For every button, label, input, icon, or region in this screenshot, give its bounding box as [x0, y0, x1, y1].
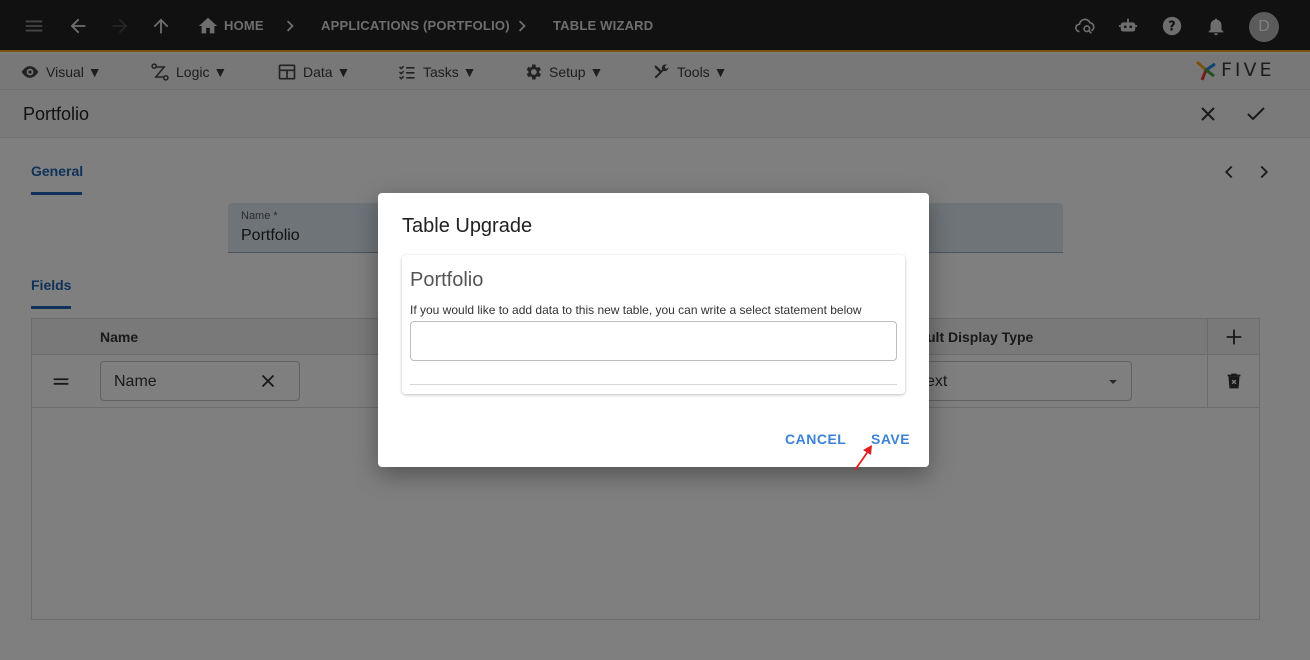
- cancel-button[interactable]: CANCEL: [785, 431, 846, 447]
- select-statement-input[interactable]: [410, 321, 897, 361]
- card-description: If you would like to add data to this ne…: [410, 303, 862, 317]
- upgrade-card: Portfolio If you would like to add data …: [402, 255, 905, 394]
- table-upgrade-dialog: Table Upgrade Portfolio If you would lik…: [378, 193, 929, 467]
- card-title: Portfolio: [410, 269, 484, 291]
- card-divider: [410, 384, 897, 385]
- dialog-title: Table Upgrade: [402, 215, 533, 237]
- pointer-arrow-icon: [854, 445, 872, 471]
